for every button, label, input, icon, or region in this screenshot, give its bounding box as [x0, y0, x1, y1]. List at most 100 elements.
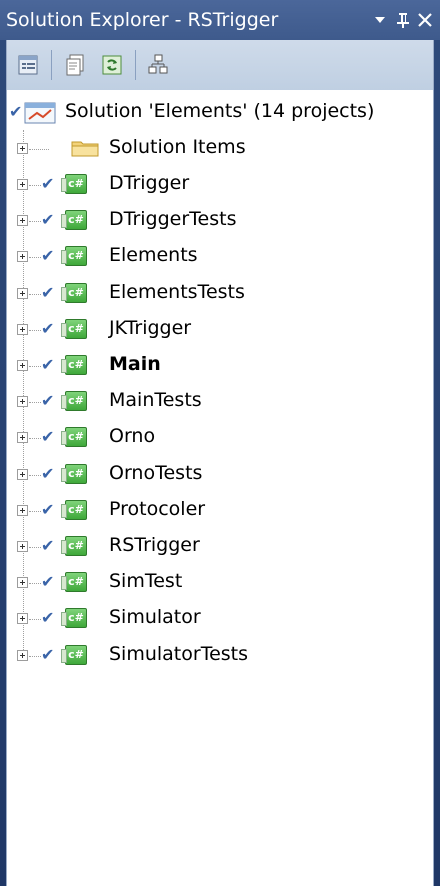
expand-icon[interactable]: [17, 577, 28, 589]
view-class-diagram-button[interactable]: [143, 50, 173, 80]
csharp-project-icon: c#: [61, 427, 87, 448]
refresh-button[interactable]: [97, 50, 127, 80]
checkmark-icon: ✔: [41, 427, 55, 447]
tree-branch-line: [29, 510, 41, 512]
solution-root-node[interactable]: ✔ Solution 'Elements' (14 projects): [7, 94, 433, 130]
tree-branch-line: [29, 221, 41, 223]
tree-node-project[interactable]: ✔ c# DTriggerTests: [7, 202, 433, 238]
csharp-project-icon: c#: [61, 318, 87, 339]
toolbar-separator: [135, 50, 136, 80]
tree-node-project[interactable]: ✔ c# SimTest: [7, 564, 433, 600]
tree-node-project[interactable]: ✔ c# OrnoTests: [7, 456, 433, 492]
tree-node-label: MainTests: [109, 389, 202, 412]
expand-icon[interactable]: [17, 287, 28, 299]
solution-explorer-toolbar: [6, 40, 434, 90]
refresh-icon: [102, 55, 122, 75]
expand-icon[interactable]: [17, 613, 28, 625]
expand-icon[interactable]: [17, 504, 28, 516]
tree-node-label: Main: [109, 353, 161, 375]
toolbar-separator: [51, 50, 52, 80]
tree-node-project[interactable]: ✔ c# ElementsTests: [7, 275, 433, 311]
csharp-project-icon: c#: [61, 536, 87, 556]
tree-node-project[interactable]: ✔ c# Protocoler: [7, 492, 433, 528]
solution-root-label: Solution 'Elements' (14 projects): [65, 100, 375, 122]
checkmark-icon: ✔: [41, 210, 55, 230]
tree-node-label: DTrigger: [109, 172, 190, 194]
checkmark-icon: ✔: [41, 499, 55, 519]
tree-branch-line: [29, 366, 41, 367]
tree-branch-line: [29, 149, 49, 150]
tree-node-project[interactable]: ✔ c# Simulator: [7, 600, 433, 636]
tree-branch-line: [29, 583, 41, 585]
close-icon: [418, 13, 432, 27]
csharp-project-icon: c#: [61, 608, 87, 629]
tree-node-label: RSTrigger: [109, 534, 200, 556]
tree-node-label: ElementsTests: [109, 280, 245, 303]
expand-icon[interactable]: [17, 468, 28, 480]
csharp-project-icon: c#: [61, 499, 87, 520]
solution-tree: ✔ Solution 'Elements' (14 projects) Solu…: [6, 90, 434, 886]
tree-node-label: DTriggerTests: [109, 208, 237, 231]
tree-node-project[interactable]: ✔ c# Orno: [7, 419, 433, 455]
tree-node-project[interactable]: ✔ c# JKTrigger: [7, 311, 433, 347]
chevron-down-icon: [375, 17, 385, 23]
tree-node-project[interactable]: ✔ c# Elements: [7, 238, 433, 274]
tree-node-label: Elements: [109, 244, 198, 267]
properties-button[interactable]: [13, 50, 43, 80]
expand-icon[interactable]: [17, 396, 28, 408]
expand-icon[interactable]: [17, 649, 28, 661]
folder-icon: [71, 141, 99, 157]
tree-node-project[interactable]: ✔ c# RSTrigger: [7, 528, 433, 564]
tree-branch-line: [29, 655, 41, 657]
tree-node-label: SimulatorTests: [109, 642, 249, 665]
checkmark-icon: ✔: [41, 608, 55, 628]
tree-branch-line: [29, 185, 41, 186]
csharp-project-icon: c#: [61, 572, 87, 593]
tree-node-label: Protocoler: [109, 497, 206, 520]
csharp-project-icon: c#: [61, 355, 87, 375]
csharp-project-icon: c#: [61, 246, 87, 267]
solution-icon: [24, 102, 56, 124]
tree-branch-line: [29, 474, 41, 476]
csharp-project-icon: c#: [61, 174, 87, 194]
checkmark-icon: ✔: [41, 536, 55, 555]
expand-icon[interactable]: [17, 541, 28, 552]
tree-branch-line: [29, 438, 41, 440]
checkmark-icon: ✔: [9, 102, 23, 121]
pin-icon: [397, 13, 409, 28]
expand-icon[interactable]: [17, 323, 28, 335]
tree-branch-line: [29, 257, 41, 259]
checkmark-icon: ✔: [41, 282, 55, 302]
tree-node-label: Solution Items: [109, 136, 246, 158]
tree-branch-line: [29, 547, 41, 548]
properties-icon: [18, 55, 38, 75]
checkmark-icon: ✔: [41, 644, 55, 664]
csharp-project-icon: c#: [61, 282, 87, 303]
class-diagram-icon: [148, 54, 168, 74]
tree-node-project[interactable]: ✔ c# SimulatorTests: [7, 637, 433, 673]
tree-node-label: OrnoTests: [109, 461, 203, 484]
tree-branch-line: [29, 402, 41, 404]
expand-icon[interactable]: [17, 143, 28, 154]
checkmark-icon: ✔: [41, 355, 55, 374]
csharp-project-icon: c#: [61, 463, 87, 484]
tree-node-label: Orno: [109, 425, 156, 448]
expand-icon[interactable]: [17, 215, 28, 227]
tree-branch-line: [29, 619, 41, 621]
expand-icon[interactable]: [17, 360, 28, 371]
checkmark-icon: ✔: [41, 246, 55, 266]
tree-node-project[interactable]: ✔ c# DTrigger: [7, 166, 433, 202]
expand-icon[interactable]: [17, 251, 28, 263]
window-title: Solution Explorer - RSTrigger: [6, 9, 279, 31]
tree-node-project[interactable]: ✔ c# MainTests: [7, 383, 433, 419]
csharp-project-icon: c#: [61, 391, 87, 412]
close-button[interactable]: [412, 6, 438, 34]
expand-icon[interactable]: [17, 432, 28, 444]
tree-node-project[interactable]: ✔ c# Main: [7, 347, 433, 383]
tree-node-label: SimTest: [109, 570, 183, 593]
tree-node-solution-items[interactable]: Solution Items: [7, 130, 433, 166]
show-all-files-button[interactable]: [61, 50, 91, 80]
expand-icon[interactable]: [17, 179, 28, 190]
tree-node-label: Simulator: [109, 606, 201, 629]
checkmark-icon: ✔: [41, 572, 55, 592]
